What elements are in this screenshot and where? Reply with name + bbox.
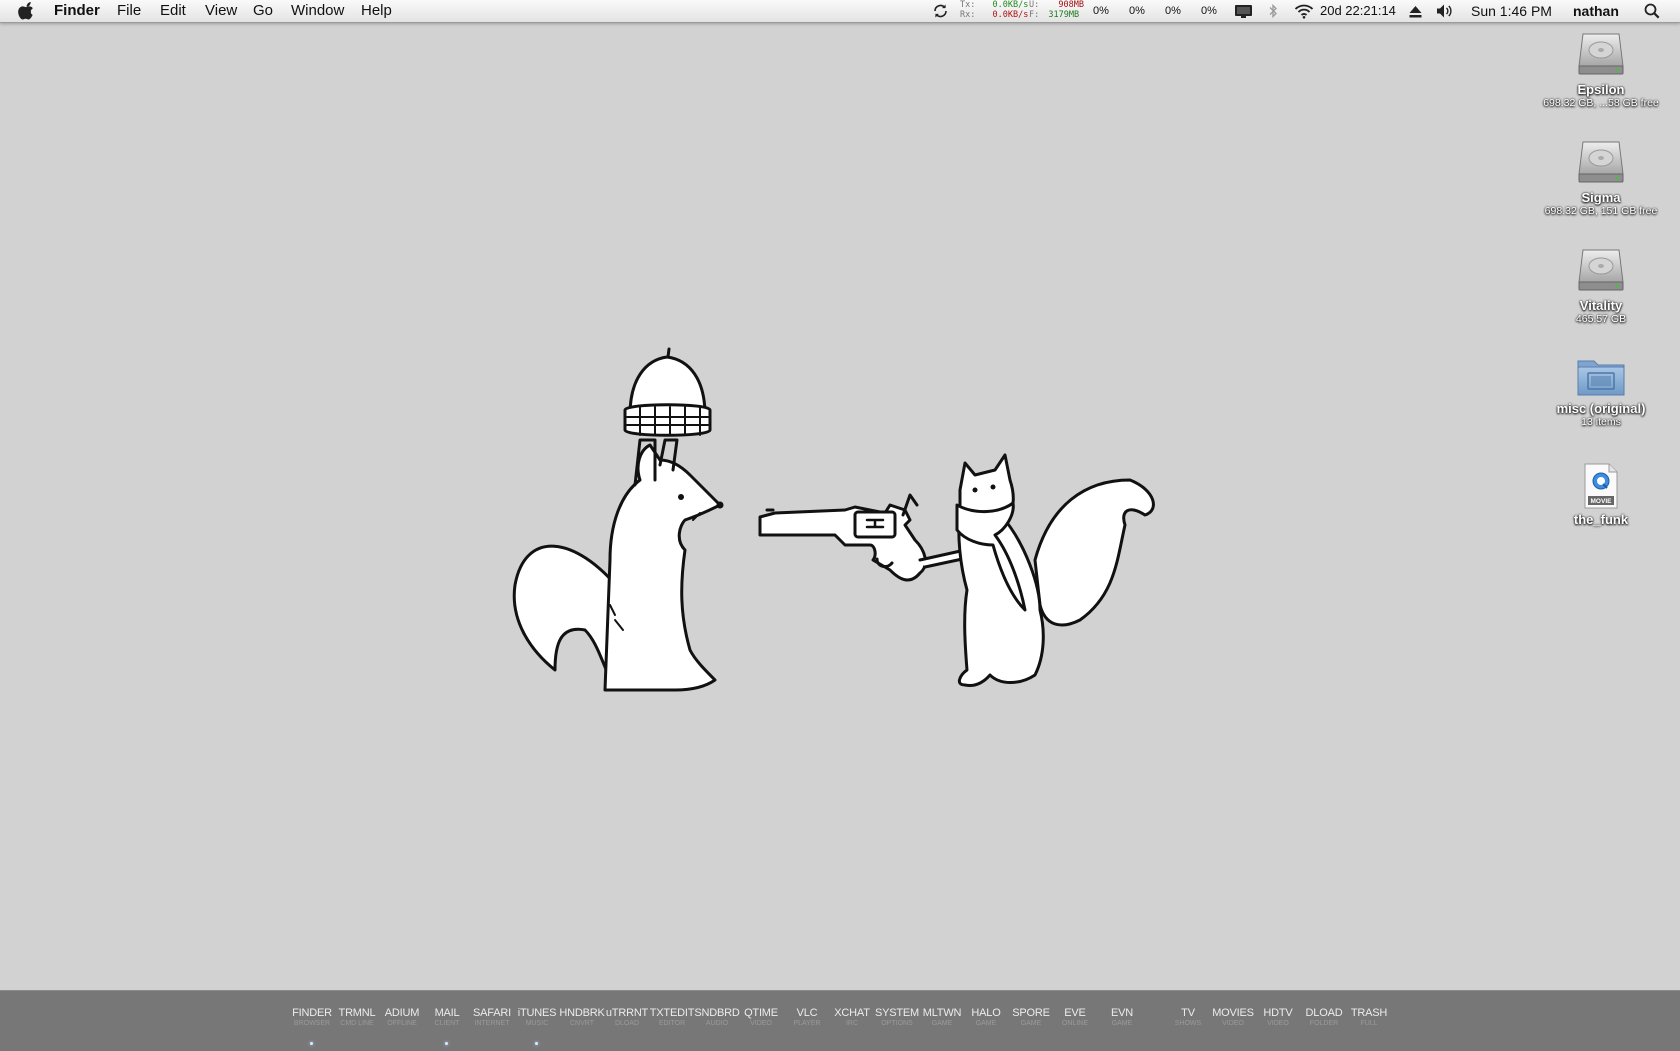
- dock-item-sublabel: FULL: [1360, 1020, 1378, 1027]
- desktop-icon-info: 465.57 GB: [1575, 313, 1627, 325]
- cpu-meter-3[interactable]: 0%: [1165, 0, 1181, 22]
- wallpaper-squirrels-illustration: [505, 345, 1185, 700]
- dock-item-label: EVE: [1064, 1007, 1086, 1019]
- dock-item-sublabel: ONLINE: [1061, 1020, 1089, 1027]
- desktop-icon-the-funk[interactable]: MOVIE the_funk: [1531, 462, 1671, 527]
- desktop-icon-sigma[interactable]: Sigma 698.32 GB, 151 GB free: [1531, 136, 1671, 217]
- hard-drive-icon: [1531, 136, 1671, 188]
- desktop-icon-label: Epsilon: [1577, 82, 1625, 97]
- desktop-icon-label: Vitality: [1579, 298, 1623, 313]
- cpu-meter-1[interactable]: 0%: [1093, 0, 1109, 22]
- acorn: [623, 347, 712, 437]
- desktop-icon-misc-original[interactable]: misc (original) 13 items: [1531, 355, 1671, 428]
- menu-view[interactable]: View: [205, 0, 237, 22]
- desktop-icon-info: 698.32 GB, 151 GB free: [1544, 205, 1658, 217]
- apple-icon[interactable]: [18, 2, 35, 24]
- dock-item-evn[interactable]: EVN GAME: [1095, 1007, 1149, 1028]
- dock: FINDER BROWSER TRMNL CMD LINE ADIUM OFFLINE…: [0, 990, 1680, 1051]
- right-squirrel-tail: [1033, 478, 1155, 627]
- menu-help[interactable]: Help: [361, 0, 392, 22]
- right-squirrel-eye: [972, 487, 978, 493]
- dock-item-label: TRASH: [1350, 1007, 1388, 1019]
- rx-value: 0.0KB/s: [992, 9, 1029, 20]
- left-squirrel-nose: [716, 501, 724, 509]
- rx-label: Rx:: [960, 9, 976, 20]
- running-indicator-finder: [310, 1042, 313, 1045]
- left-squirrel-eye: [678, 494, 684, 500]
- menu-go[interactable]: Go: [253, 0, 273, 22]
- desktop-icon-label: misc (original): [1556, 401, 1646, 416]
- hard-drive-icon: [1531, 244, 1671, 296]
- menu-bar: Finder File Edit View Go Window Help Tx:…: [0, 0, 1680, 23]
- dock-item-trash[interactable]: TRASH FULL: [1342, 1007, 1396, 1028]
- menu-window[interactable]: Window: [291, 0, 344, 22]
- desktop-icon-label: the_funk: [1573, 512, 1629, 527]
- desktop-icon-info: 13 items: [1581, 416, 1621, 428]
- cpu-meter-4[interactable]: 0%: [1201, 0, 1217, 22]
- sync-icon[interactable]: [932, 3, 949, 19]
- free-value: 3179MB: [1048, 9, 1080, 20]
- menu-file[interactable]: File: [117, 0, 141, 22]
- running-indicator-mail: [445, 1042, 448, 1045]
- used-label: U:: [1029, 0, 1040, 10]
- free-label: F:: [1029, 9, 1040, 20]
- desktop-icon-epsilon[interactable]: Epsilon 698.32 GB, ...58 GB free: [1531, 28, 1671, 109]
- left-squirrel-tail: [512, 544, 622, 687]
- running-indicator-itunes: [535, 1042, 538, 1045]
- bluetooth-icon[interactable]: [1268, 3, 1278, 19]
- tx-label: Tx:: [960, 0, 976, 10]
- display-icon[interactable]: [1234, 4, 1253, 20]
- menu-app-name[interactable]: Finder: [54, 0, 100, 22]
- uptime[interactable]: 20d 22:21:14: [1320, 0, 1396, 22]
- user-name[interactable]: nathan: [1573, 0, 1619, 22]
- memory-stats[interactable]: U: 908MB F: 3179MB: [1029, 0, 1084, 20]
- desktop-icon-vitality[interactable]: Vitality 465.57 GB: [1531, 244, 1671, 325]
- quicktime-movie-icon: MOVIE: [1531, 462, 1671, 510]
- eject-icon[interactable]: [1409, 5, 1422, 21]
- network-stats[interactable]: Tx: 0.0KB/s Rx: 0.0KB/s: [960, 0, 1029, 20]
- used-value: 908MB: [1058, 0, 1084, 10]
- tx-value: 0.0KB/s: [992, 0, 1029, 10]
- hard-drive-icon: [1531, 28, 1671, 80]
- left-squirrel-body: [603, 443, 722, 692]
- cpu-meter-2[interactable]: 0%: [1129, 0, 1145, 22]
- revolver: [758, 493, 927, 582]
- right-squirrel-eye: [990, 484, 996, 490]
- movie-badge-text: MOVIE: [1591, 498, 1613, 505]
- volume-icon[interactable]: [1436, 3, 1454, 19]
- dock-item-eve[interactable]: EVE ONLINE: [1048, 1007, 1102, 1028]
- dock-item-sublabel: GAME: [1111, 1020, 1133, 1027]
- dock-item-label: EVN: [1110, 1007, 1134, 1019]
- desktop-icon-info: 698.32 GB, ...58 GB free: [1543, 97, 1659, 109]
- wifi-icon[interactable]: [1294, 3, 1314, 19]
- menu-clock[interactable]: Sun 1:46 PM: [1471, 0, 1552, 22]
- folder-icon: [1531, 355, 1671, 399]
- menu-edit[interactable]: Edit: [160, 0, 186, 22]
- desktop-icon-label: Sigma: [1581, 190, 1621, 205]
- spotlight-icon[interactable]: [1644, 3, 1660, 19]
